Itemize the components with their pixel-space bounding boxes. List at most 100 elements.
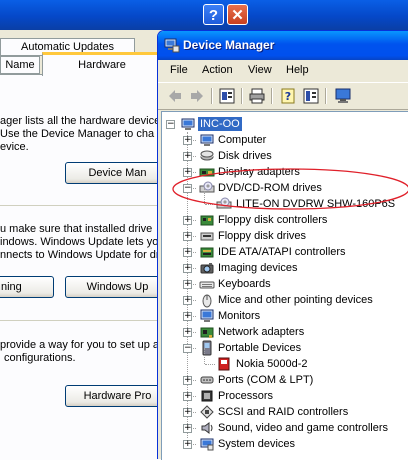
tree-item-label: Monitors (218, 310, 261, 322)
floppy-disk-drives-icon (200, 232, 214, 241)
properties-icon[interactable] (218, 87, 236, 105)
tree-item-label: Nokia 5000d-2 (236, 358, 308, 370)
imaging-devices-icon (200, 263, 214, 274)
device-manager-description: evice. (0, 141, 29, 153)
portable-devices-icon (202, 340, 212, 356)
menu-file[interactable]: File (170, 64, 188, 76)
toolbar: ? (158, 82, 408, 110)
tree-item-sound-video-game-controllers[interactable]: + Sound, video and game controllers (162, 420, 406, 436)
expand-icon[interactable]: + (183, 152, 192, 161)
hardware-tab-page: ager lists all the hardware devices Use … (0, 74, 170, 460)
expand-icon[interactable]: + (183, 424, 192, 433)
expand-icon[interactable] (302, 87, 320, 105)
windows-update-button[interactable]: Windows Up (65, 276, 170, 298)
tree-item-lite-on-dvdrw-drive[interactable]: LITE-ON DVDRW SHW-160P6S (162, 188, 406, 212)
toolbar-separator (241, 88, 243, 104)
expand-icon[interactable]: + (183, 328, 192, 337)
expand-icon[interactable]: + (183, 280, 192, 289)
tree-item-nokia-5000d-2[interactable]: Nokia 5000d-2 (162, 348, 406, 372)
device-tree: − INC-OO + Computer + Disk drives + Display ada… (161, 111, 408, 460)
tree-item-ports-com-lpt[interactable]: + Ports (COM & LPT) (162, 372, 406, 388)
forward-icon[interactable] (188, 87, 206, 105)
tree-item-label: System devices (218, 438, 296, 450)
expand-icon[interactable]: + (183, 296, 192, 305)
menu-action[interactable]: Action (202, 64, 233, 76)
print-icon[interactable] (248, 87, 266, 105)
expand-icon[interactable]: + (183, 136, 192, 145)
device-manager-icon (164, 38, 180, 53)
tree-item-mice-and-pointing-devices[interactable]: + Mice and other pointing devices (162, 292, 406, 308)
device-manager-window: Device Manager File Action View Help ? −… (157, 30, 408, 460)
expand-icon[interactable]: + (183, 392, 192, 401)
tree-item-dvd-cd-rom-drives[interactable]: − DVD/CD-ROM drives (162, 180, 406, 196)
display-adapters-icon (199, 168, 215, 177)
tree-item-network-adapters[interactable]: + Network adapters (162, 324, 406, 340)
tree-item-portable-devices[interactable]: − Portable Devices (162, 340, 406, 356)
close-icon[interactable]: ✕ (227, 4, 248, 25)
tree-root[interactable]: − INC-OO (162, 116, 402, 132)
collapse-icon[interactable]: − (166, 120, 175, 129)
tree-item-scsi-and-raid-controllers[interactable]: + SCSI and RAID controllers (162, 404, 406, 420)
monitor-icon[interactable] (334, 87, 352, 105)
device-manager-titlebar[interactable]: Device Manager (158, 31, 408, 60)
tree-item-floppy-disk-controllers[interactable]: + Floppy disk controllers (162, 212, 406, 228)
tree-item-system-devices[interactable]: + System devices (162, 436, 406, 452)
menu-help[interactable]: Help (286, 64, 309, 76)
tree-item-label: Processors (218, 390, 274, 402)
back-icon[interactable] (166, 87, 184, 105)
hardware-profiles-description: configurations. (4, 352, 76, 364)
expand-icon[interactable]: + (183, 168, 192, 177)
tree-item-label: Display adapters (218, 166, 300, 178)
drivers-description: nnects to Windows Update for dri (0, 249, 163, 261)
collapse-icon[interactable]: − (183, 184, 192, 193)
tree-item-keyboards[interactable]: + Keyboards (162, 276, 406, 292)
menu-view[interactable]: View (248, 64, 272, 76)
tree-item-label: Ports (COM & LPT) (218, 374, 314, 386)
collapse-icon[interactable]: − (183, 344, 192, 353)
tree-item-display-adapters[interactable]: + Display adapters (162, 164, 406, 180)
tree-item-label: IDE ATA/ATAPI controllers (218, 246, 346, 258)
tree-item-label: SCSI and RAID controllers (218, 406, 349, 418)
floppy-disk-controllers-icon (200, 215, 214, 226)
tree-item-computer[interactable]: + Computer (162, 132, 406, 148)
expand-icon[interactable]: + (183, 376, 192, 385)
expand-icon[interactable]: + (183, 264, 192, 273)
ports-com-lpt-icon (200, 376, 214, 384)
tree-connector (205, 364, 215, 365)
disk-drives-icon (200, 150, 214, 161)
expand-icon[interactable]: + (183, 408, 192, 417)
toolbar-separator (271, 88, 273, 104)
tree-item-ide-ata-atapi-controllers[interactable]: + IDE ATA/ATAPI controllers (162, 244, 406, 260)
tree-item-imaging-devices[interactable]: + Imaging devices (162, 260, 406, 276)
expand-icon[interactable]: + (183, 440, 192, 449)
tree-item-label: Mice and other pointing devices (218, 294, 373, 306)
driver-signing-button[interactable]: ning (0, 276, 54, 298)
computer-icon (200, 134, 214, 146)
tree-item-monitors[interactable]: + Monitors (162, 308, 406, 324)
expand-icon[interactable]: + (183, 232, 192, 241)
expand-icon[interactable]: + (183, 312, 192, 321)
nokia-5000d-2-icon (218, 357, 230, 371)
help-icon[interactable]: ? (203, 4, 224, 25)
tree-item-label: Sound, video and game controllers (218, 422, 388, 434)
computer-icon (181, 118, 195, 130)
system-properties-titlebar: ? ✕ (0, 0, 408, 30)
tree-item-disk-drives[interactable]: + Disk drives (162, 148, 406, 164)
tree-item-label: Floppy disk controllers (218, 214, 328, 226)
expand-icon[interactable]: + (183, 216, 192, 225)
tree-item-floppy-disk-drives[interactable]: + Floppy disk drives (162, 228, 406, 244)
hardware-profiles-button[interactable]: Hardware Pro (65, 385, 170, 407)
tab-computer-name[interactable]: Name (0, 56, 40, 74)
tree-item-label: LITE-ON DVDRW SHW-160P6S (236, 198, 396, 210)
tab-hardware[interactable]: Hardware (42, 52, 162, 76)
help-icon[interactable]: ? (279, 87, 297, 105)
device-manager-button[interactable]: Device Man (65, 162, 170, 184)
tree-item-processors[interactable]: + Processors (162, 388, 406, 404)
network-adapters-icon (200, 327, 214, 338)
system-devices-icon (200, 438, 214, 451)
expand-icon[interactable]: + (183, 248, 192, 257)
window-title: Device Manager (183, 38, 275, 52)
tree-item-label: Portable Devices (218, 342, 302, 354)
svg-text:?: ? (285, 90, 291, 103)
lite-on-dvdrw-drive-icon (216, 197, 232, 209)
